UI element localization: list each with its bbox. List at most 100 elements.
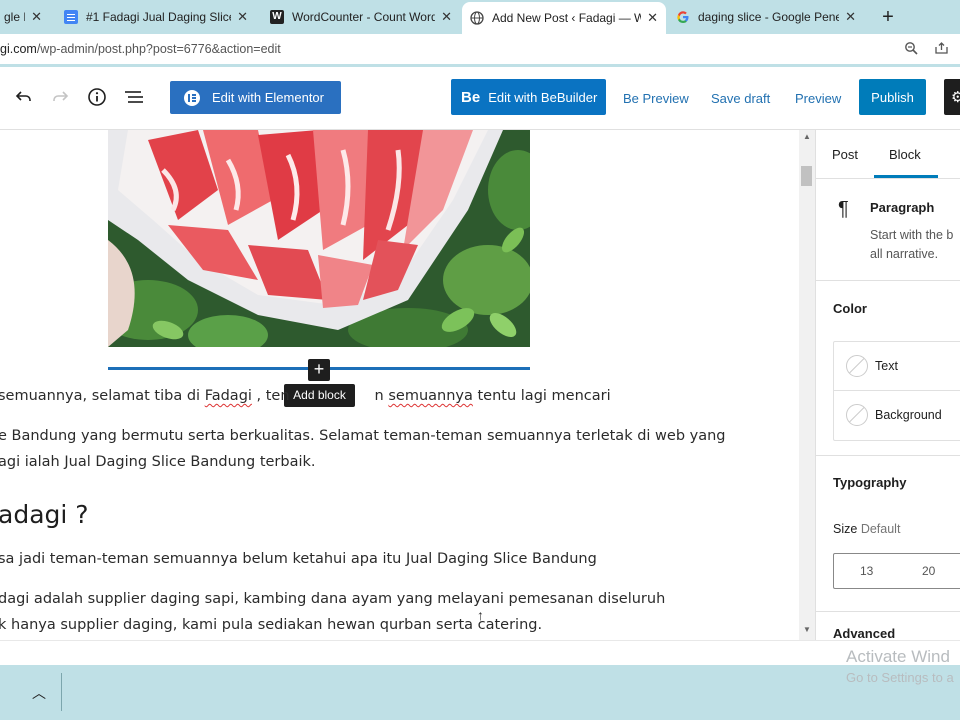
- browser-tab-fadagi-doc[interactable]: #1 Fadagi Jual Daging Slice E ✕: [56, 4, 256, 30]
- url-text[interactable]: gi.com/wp-admin/post.php?post=6776&actio…: [0, 42, 281, 56]
- text-run: tentu lagi mencari: [472, 388, 611, 404]
- description-line: all narrative.: [870, 247, 939, 261]
- plus-icon: +: [313, 359, 325, 379]
- size-label-text: Size: [833, 522, 858, 536]
- browser-tab-add-new-post[interactable]: Add New Post ‹ Fadagi — W ✕: [462, 2, 666, 34]
- size-value: Default: [860, 522, 901, 536]
- color-panel-toggle[interactable]: Color: [833, 301, 867, 316]
- active-tab-indicator: [874, 175, 938, 178]
- typography-panel-toggle[interactable]: Typography: [833, 475, 906, 490]
- close-icon[interactable]: ✕: [845, 9, 856, 25]
- save-draft-button[interactable]: Save draft: [711, 91, 770, 106]
- sidebar-tabs: Post Block: [816, 130, 960, 179]
- browser-tab-bar: gle D ✕ #1 Fadagi Jual Daging Slice E ✕ …: [0, 0, 960, 34]
- undo-icon[interactable]: [14, 87, 34, 111]
- google-icon: [676, 10, 690, 24]
- docs-icon: [64, 10, 78, 24]
- text-run: semuannya, selamat tiba di: [0, 388, 205, 404]
- settings-button[interactable]: ⚙: [944, 79, 960, 115]
- close-icon[interactable]: ✕: [441, 9, 452, 25]
- scroll-down-icon[interactable]: ▼: [803, 625, 811, 634]
- font-size-picker: 13 20: [833, 553, 960, 589]
- activation-watermark: Activate Wind: [846, 647, 950, 666]
- editor-toolbar: Edit with Elementor Be Edit with BeBuild…: [0, 67, 960, 130]
- share-icon[interactable]: [934, 41, 949, 58]
- color-swatch-icon: [846, 355, 868, 377]
- divider: [816, 611, 960, 612]
- bebuilder-icon: Be: [461, 88, 481, 106]
- activation-watermark-sub: Go to Settings to a: [846, 670, 954, 685]
- paragraph-block[interactable]: agi ialah Jual Daging Slice Bandung terb…: [0, 454, 316, 470]
- elementor-icon: [184, 89, 200, 106]
- chevron-up-icon[interactable]: ︿: [32, 683, 46, 703]
- font-size-label: Size Default: [833, 522, 900, 536]
- editor-canvas: + Add block semuannya, selamat tiba di F…: [0, 130, 800, 640]
- publish-button[interactable]: Publish: [859, 79, 926, 115]
- scrollbar-thumb[interactable]: [801, 166, 812, 186]
- mouse-cursor-icon: ↑: [477, 607, 484, 623]
- tab-title: WordCounter - Count Words: [292, 10, 436, 24]
- info-icon[interactable]: [87, 87, 107, 111]
- elementor-label: Edit with Elementor: [212, 90, 324, 105]
- editor-scrollbar[interactable]: ▲ ▼: [799, 130, 815, 640]
- divider: [816, 455, 960, 456]
- new-tab-button[interactable]: +: [876, 6, 900, 29]
- url-host: gi.com: [0, 42, 37, 56]
- text-run-misspelled: semuannya: [388, 388, 473, 404]
- sliced-meat-image: [108, 130, 530, 347]
- gear-icon: ⚙: [951, 89, 960, 106]
- redo-icon[interactable]: [50, 87, 70, 111]
- description-line: Start with the b: [870, 228, 954, 242]
- advanced-panel-toggle[interactable]: Advanced: [833, 626, 895, 640]
- text-run: n: [374, 388, 389, 404]
- add-block-button[interactable]: +: [308, 359, 330, 381]
- paragraph-block[interactable]: dagi adalah supplier daging sapi, kambin…: [0, 591, 665, 607]
- url-path: /wp-admin/post.php?post=6776&action=edit: [36, 42, 281, 56]
- background-color-option[interactable]: Background: [834, 391, 960, 439]
- block-name: Paragraph: [870, 200, 935, 215]
- browser-tab-google-search[interactable]: daging slice - Google Penelu ✕: [668, 4, 864, 30]
- text-run-misspelled: Fadagi: [204, 388, 252, 404]
- address-bar[interactable]: gi.com/wp-admin/post.php?post=6776&actio…: [0, 34, 960, 65]
- globe-icon: [470, 11, 484, 25]
- text-color-option[interactable]: Text: [834, 342, 960, 391]
- settings-sidebar: Post Block ¶ Paragraph Start with the b …: [815, 130, 960, 640]
- preview-button[interactable]: Preview: [795, 91, 841, 106]
- block-description: Start with the b all narrative.: [870, 226, 953, 264]
- divider: [816, 280, 960, 281]
- list-view-icon[interactable]: [123, 87, 145, 111]
- font-size-option[interactable]: 20: [922, 564, 935, 578]
- font-size-option[interactable]: 13: [860, 564, 873, 578]
- tab-title: daging slice - Google Penelu: [698, 10, 840, 24]
- tab-post[interactable]: Post: [832, 147, 858, 162]
- text-run: , ten: [251, 388, 290, 404]
- tab-title: #1 Fadagi Jual Daging Slice E: [86, 10, 232, 24]
- image-block[interactable]: [108, 130, 530, 347]
- tab-block[interactable]: Block: [889, 147, 921, 162]
- paragraph-block[interactable]: e Bandung yang bermutu serta berkualitas…: [0, 428, 726, 444]
- edit-with-bebuilder-button[interactable]: Be Edit with BeBuilder: [451, 79, 606, 115]
- paragraph-block[interactable]: sa jadi teman-teman semuannya belum keta…: [0, 551, 597, 567]
- close-icon[interactable]: ✕: [237, 9, 248, 25]
- tab-title: gle D: [4, 10, 25, 24]
- paragraph-block[interactable]: semuannya, selamat tiba di Fadagi , ten n…: [0, 388, 611, 404]
- browser-tab-google-docs[interactable]: gle D ✕: [0, 4, 50, 30]
- scroll-up-icon[interactable]: ▲: [803, 132, 811, 141]
- paragraph-icon: ¶: [838, 198, 849, 220]
- background-color-label: Background: [875, 408, 942, 422]
- zoom-icon[interactable]: [904, 41, 918, 58]
- editor-footer: [0, 640, 960, 666]
- close-icon[interactable]: ✕: [647, 10, 658, 26]
- wordcounter-icon: W: [270, 10, 284, 24]
- be-preview-link[interactable]: Be Preview: [623, 91, 689, 106]
- text-color-label: Text: [875, 359, 898, 373]
- color-settings-box: Text Background: [833, 341, 960, 441]
- taskbar-divider: [61, 673, 62, 711]
- close-icon[interactable]: ✕: [31, 9, 42, 25]
- edit-with-elementor-button[interactable]: Edit with Elementor: [170, 81, 341, 114]
- heading-block[interactable]: adagi ?: [0, 500, 89, 529]
- tab-title: Add New Post ‹ Fadagi — W: [492, 11, 642, 25]
- paragraph-block[interactable]: k hanya supplier daging, kami pula sedia…: [0, 617, 542, 633]
- color-swatch-icon: [846, 404, 868, 426]
- browser-tab-wordcounter[interactable]: W WordCounter - Count Words ✕: [262, 4, 460, 30]
